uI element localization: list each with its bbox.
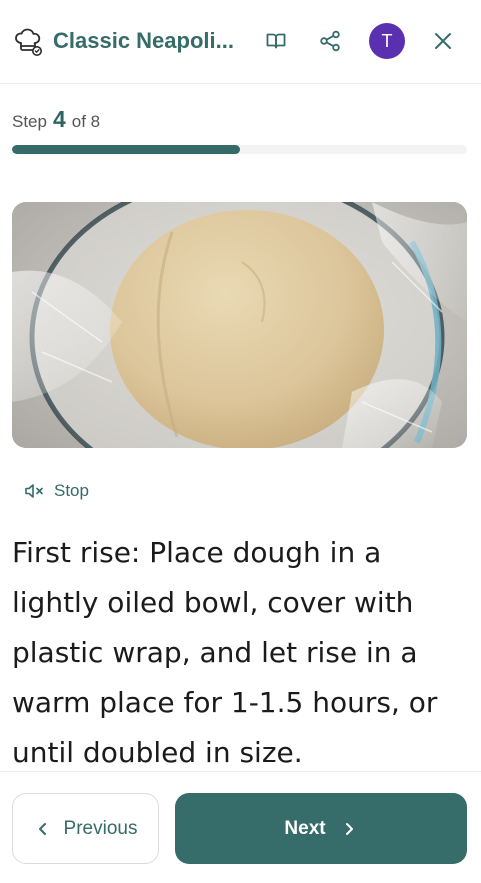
step-prefix: Step <box>12 112 47 131</box>
close-button[interactable] <box>426 24 460 58</box>
close-icon <box>435 33 451 49</box>
dough-in-bowl-photo <box>12 202 467 448</box>
next-button[interactable]: Next <box>175 793 467 864</box>
stop-audio-label: Stop <box>54 481 89 500</box>
share-button[interactable] <box>313 24 347 58</box>
speaker-muted-icon <box>25 484 43 498</box>
share-icon <box>320 30 340 52</box>
recipe-book-button[interactable] <box>259 24 293 58</box>
previous-button[interactable]: Previous <box>12 793 159 864</box>
step-progress-fill <box>12 145 240 154</box>
chef-hat-icon <box>15 28 42 56</box>
stop-audio-button[interactable]: Stop <box>24 478 89 504</box>
next-label: Next <box>284 817 326 839</box>
step-instruction-text: First rise: Place dough in a lightly oil… <box>12 536 438 769</box>
step-image <box>12 202 467 448</box>
cooking-mode-panel: Classic Neapoli... T Step 4 of 8 Stop Fi… <box>0 0 481 883</box>
step-progress-bar <box>12 145 467 154</box>
user-avatar[interactable]: T <box>369 23 405 59</box>
chevron-left-icon <box>38 822 46 835</box>
header: Classic Neapoli... T <box>0 0 481 84</box>
book-icon <box>266 33 286 49</box>
step-current-number: 4 <box>52 106 66 132</box>
recipe-title: Classic Neapoli... <box>53 28 234 53</box>
previous-label: Previous <box>63 817 138 839</box>
chevron-right-icon <box>345 822 353 835</box>
step-indicator: Step 4 of 8 <box>12 106 100 136</box>
step-total: of 8 <box>71 112 101 131</box>
